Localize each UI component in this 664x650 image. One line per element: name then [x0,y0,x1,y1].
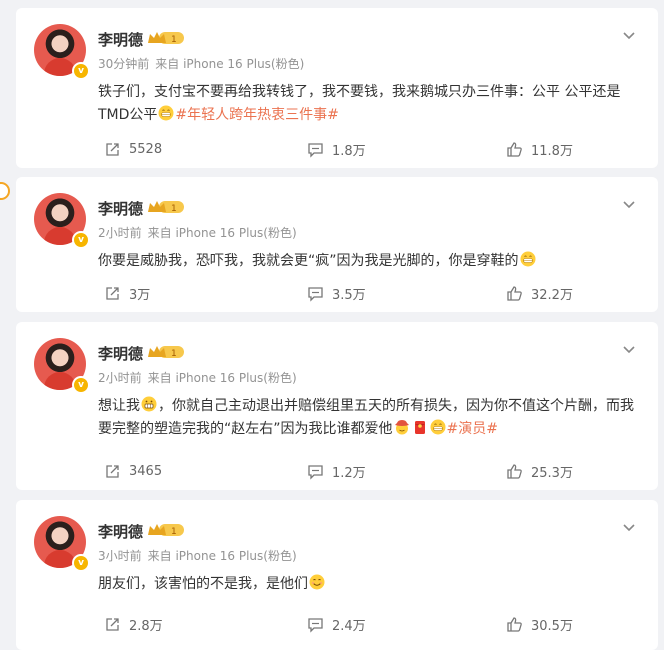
like-count: 11.8万 [531,143,573,159]
post-actions: 2.8万 2.4万 30.5万 [16,614,658,634]
share-button[interactable]: 3万 [104,283,150,303]
comment-button[interactable]: 2.4万 [307,614,366,634]
share-count: 3万 [129,287,151,303]
share-count: 3465 [129,463,163,479]
side-indicator [0,182,10,200]
post-actions: 3465 1.2万 25.3万 [16,461,658,481]
comment-count: 2.4万 [332,618,366,634]
post-actions: 5528 1.8万 11.8万 [16,139,658,159]
comment-button[interactable]: 1.8万 [307,139,366,159]
comment-icon [308,142,323,158]
comment-count: 1.8万 [332,143,366,159]
grinning-teeth-emoji-icon [430,419,446,435]
grinning-teeth-emoji-icon [158,105,174,121]
post-card: v 李明德 1 3小时前 来自 iPhone 16 Plus(粉色) 朋友们，该害… [16,500,658,650]
like-count: 30.5万 [531,618,573,634]
like-count: 32.2万 [531,287,573,303]
comment-button[interactable]: 1.2万 [307,461,366,481]
cowboy-emoji-icon [394,420,409,435]
comment-count: 3.5万 [332,287,366,303]
post-meta: 2小时前 来自 iPhone 16 Plus(粉色) [98,224,297,241]
share-icon [106,617,119,631]
post-source: 来自 iPhone 16 Plus(粉色) [147,549,297,563]
share-icon [106,286,119,300]
level-number: 1 [171,35,177,45]
level-crown-icon: 1 [148,524,184,537]
post-card: v 李明德 1 30分钟前 来自 iPhone 16 Plus(粉色) 铁子们，支… [16,8,658,168]
share-count: 5528 [129,141,163,157]
chevron-down-icon[interactable] [622,342,636,356]
post-source: 来自 iPhone 16 Plus(粉色) [147,371,297,385]
like-button[interactable]: 32.2万 [506,283,573,303]
hashtag-link[interactable]: #演员# [447,421,498,437]
post-meta: 2小时前 来自 iPhone 16 Plus(粉色) [98,369,297,386]
post-time[interactable]: 2小时前 [98,226,142,240]
thumbs-up-icon [507,141,522,157]
post-body-part-a: 想让我 [98,398,140,414]
share-count: 2.8万 [129,618,163,634]
chevron-down-icon[interactable] [622,197,636,211]
level-number: 1 [171,349,177,359]
post-body: 朋友们，该害怕的不是我，是他们 [98,576,308,592]
like-button[interactable]: 11.8万 [506,139,573,159]
verified-badge-icon: v [72,62,90,80]
post-time[interactable]: 30分钟前 [98,57,149,71]
like-count: 25.3万 [531,465,573,481]
share-button[interactable]: 5528 [104,139,162,159]
thumbs-up-icon [507,616,522,632]
post-text: 铁子们，支付宝不要再给我转钱了，我不要钱，我来鹅城只办三件事：公平 公平还是TM… [98,81,634,127]
like-button[interactable]: 30.5万 [506,614,573,634]
post-text: 想让我 ，你就自己主动退出并赔偿组里五天的所有损失，因为你不值这个片酬，而我要完整… [98,395,634,441]
post-card: v 李明德 1 2小时前 来自 iPhone 16 Plus(粉色) 想让我 ，你就… [16,322,658,490]
post-time[interactable]: 3小时前 [98,549,142,563]
level-number: 1 [171,204,177,214]
like-button[interactable]: 25.3万 [506,461,573,481]
level-crown-icon: 1 [148,346,184,359]
hashtag-link[interactable]: #年轻人跨年热衷三件事# [175,107,338,123]
smile-emoji-icon [309,574,325,590]
share-button[interactable]: 3465 [104,461,162,481]
share-button[interactable]: 2.8万 [104,614,163,634]
author-name[interactable]: 李明德 [98,198,143,219]
post-source: 来自 iPhone 16 Plus(粉色) [147,226,297,240]
post-text: 朋友们，该害怕的不是我，是他们 [98,573,634,596]
chevron-down-icon[interactable] [622,28,636,42]
comment-icon [308,286,323,302]
comment-icon [308,617,323,633]
grinning-teeth-emoji-icon [520,251,536,267]
verified-badge-icon: v [72,376,90,394]
post-body-part-b: ，你就自己主动退出并赔偿组里五天的所有损失，因为你不值这个片酬，而我要完整的塑造… [98,398,634,437]
red-envelope-emoji-icon [414,421,425,434]
verified-badge-icon: v [72,231,90,249]
post-body: 你要是威胁我，恐吓我，我就会更“疯”因为我是光脚的，你是穿鞋的 [98,253,519,269]
level-number: 1 [171,527,177,537]
post-card: v 李明德 1 2小时前 来自 iPhone 16 Plus(粉色) 你要是威胁我… [16,177,658,312]
post-time[interactable]: 2小时前 [98,371,142,385]
author-name[interactable]: 李明德 [98,343,143,364]
author-name[interactable]: 李明德 [98,29,143,50]
chevron-down-icon[interactable] [622,520,636,534]
post-text: 你要是威胁我，恐吓我，我就会更“疯”因为我是光脚的，你是穿鞋的 [98,250,634,273]
comment-button[interactable]: 3.5万 [307,283,366,303]
level-crown-icon: 1 [148,201,184,214]
post-actions: 3万 3.5万 32.2万 [16,283,658,303]
comment-count: 1.2万 [332,465,366,481]
author-name[interactable]: 李明德 [98,521,143,542]
post-meta: 3小时前 来自 iPhone 16 Plus(粉色) [98,547,297,564]
verified-badge-icon: v [72,554,90,572]
post-meta: 30分钟前 来自 iPhone 16 Plus(粉色) [98,55,304,72]
share-icon [106,142,119,156]
grimace-emoji-icon [141,396,157,412]
thumbs-up-icon [507,463,522,479]
level-crown-icon: 1 [148,32,184,45]
thumbs-up-icon [507,285,522,301]
comment-icon [308,464,323,480]
share-icon [106,464,119,478]
post-source: 来自 iPhone 16 Plus(粉色) [155,57,305,71]
